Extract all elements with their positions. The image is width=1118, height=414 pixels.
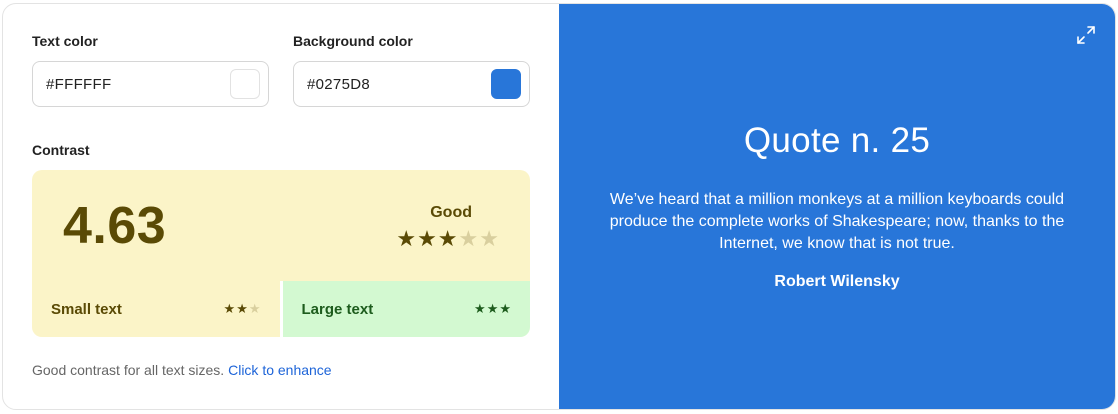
- expand-icon[interactable]: [1075, 24, 1097, 46]
- rating-star-icon: ★: [396, 226, 418, 251]
- rating-star-icon: ★: [437, 226, 459, 251]
- small-text-star-icon: ★: [248, 301, 262, 316]
- quote-author: Robert Wilensky: [774, 273, 900, 290]
- quote-preview-panel: Quote n. 25 We’ve heard that a million m…: [559, 4, 1115, 409]
- rating-stars: ★★★★★: [396, 226, 500, 252]
- large-text-result: Large text ★★★: [282, 281, 530, 337]
- background-color-swatch[interactable]: [491, 69, 521, 99]
- large-text-star-icon: ★: [474, 301, 487, 316]
- text-color-label: Text color: [32, 33, 98, 49]
- rating-star-icon: ★: [458, 226, 480, 251]
- small-text-label: Small text: [51, 300, 122, 318]
- enhance-link[interactable]: Click to enhance: [228, 362, 332, 378]
- small-text-result: Small text ★★★: [32, 281, 280, 337]
- large-text-star-icon: ★: [486, 301, 500, 316]
- large-text-label: Large text: [301, 300, 374, 318]
- text-size-results: Small text ★★★ Large text ★★★: [32, 281, 530, 337]
- contrast-rating: Good: [430, 204, 472, 221]
- contrast-label: Contrast: [32, 142, 90, 158]
- background-color-value[interactable]: #0275D8: [307, 76, 491, 93]
- text-color-swatch[interactable]: [230, 69, 260, 99]
- rating-star-icon: ★: [479, 226, 500, 251]
- controls-panel: Text color #FFFFFF Background color #027…: [3, 4, 559, 409]
- rating-star-icon: ★: [417, 226, 438, 251]
- contrast-result-panel: 4.63 Good ★★★★★ Small text ★★★ Large tex…: [32, 170, 530, 337]
- small-text-star-icon: ★: [223, 301, 237, 316]
- text-color-value[interactable]: #FFFFFF: [46, 76, 230, 93]
- background-color-label: Background color: [293, 33, 413, 49]
- quote-text: We’ve heard that a million monkeys at a …: [609, 191, 1065, 252]
- large-text-star-icon: ★: [499, 301, 512, 316]
- small-text-stars: ★★★: [224, 301, 262, 317]
- small-text-star-icon: ★: [236, 301, 249, 316]
- large-text-stars: ★★★: [474, 301, 512, 317]
- contrast-ratio: 4.63: [63, 197, 167, 255]
- text-color-field[interactable]: #FFFFFF: [32, 61, 269, 107]
- background-color-field[interactable]: #0275D8: [293, 61, 530, 107]
- quote-title: Quote n. 25: [743, 121, 931, 160]
- footer-message: Good contrast for all text sizes.: [32, 362, 225, 378]
- contrast-footer: Good contrast for all text sizes. Click …: [32, 362, 332, 378]
- contrast-checker-card: Text color #FFFFFF Background color #027…: [2, 3, 1116, 410]
